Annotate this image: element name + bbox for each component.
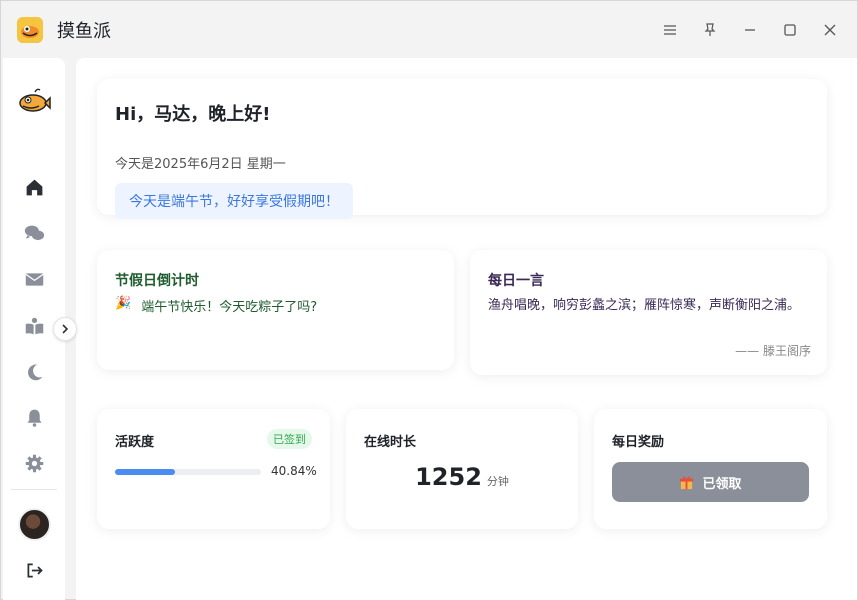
chat-icon[interactable] [22,221,46,245]
minimize-icon[interactable] [739,19,761,41]
bell-icon[interactable] [22,405,46,429]
claim-reward-button[interactable]: 已领取 [612,462,809,502]
quote-source: —— 滕王阁序 [735,344,811,358]
sidebar-toggle-button[interactable] [53,317,77,341]
activity-progress-label: 40.84% [271,464,317,478]
greeting-card: Hi，马达，晚上好! 今天是2025年6月2日 星期一 今天是端午节，好好享受假… [97,79,827,219]
pin-icon[interactable] [699,19,721,41]
avatar[interactable] [18,508,51,541]
online-unit: 分钟 [486,475,509,488]
chevron-right-icon [62,324,69,334]
maximize-icon[interactable] [779,19,801,41]
activity-progress-bar [115,469,261,475]
online-value: 1252 分钟 [346,463,578,491]
daily-quote-card: 每日一言 渔舟唱晚，响穷彭蠡之滨；雁阵惊寒，声断衡阳之浦。 —— 滕王阁序 [470,250,827,375]
gear-icon[interactable] [22,451,46,475]
app-logo-icon [17,17,43,43]
greeting-title: Hi，马达，晚上好! [115,104,271,125]
activity-title: 活跃度 [115,435,155,450]
checked-in-badge: 已签到 [267,429,312,449]
online-time-card: 在线时长 1252 分钟 [346,409,578,529]
claim-button-label: 已领取 [702,476,742,492]
menu-icon[interactable] [659,19,681,41]
home-icon[interactable] [22,175,46,199]
reward-title: 每日奖励 [612,435,665,450]
book-icon[interactable] [22,314,46,338]
greeting-date: 今天是2025年6月2日 星期一 [115,157,286,172]
holiday-title: 节假日倒计时 [115,273,199,289]
app-window: 摸鱼派 Hi，马达，晚上好! 今天是2025年6月2日 星期一 今天是端午节，好… [0,0,858,600]
holiday-message: 🎉 端午节快乐！今天吃粽子了吗? [115,296,317,315]
fish-logo-icon [17,86,51,114]
moon-icon[interactable] [22,360,46,384]
main-content: Hi，马达，晚上好! 今天是2025年6月2日 星期一 今天是端午节，好好享受假… [76,58,857,600]
quote-title: 每日一言 [488,273,544,289]
activity-card: 活跃度 已签到 40.84% [97,409,330,529]
party-popper-icon: 🎉 [115,296,132,311]
gift-icon [680,476,694,489]
app-title: 摸鱼派 [57,21,111,42]
sidebar-divider [11,489,57,490]
logout-icon[interactable] [22,558,46,582]
holiday-countdown-card: 节假日倒计时 🎉 端午节快乐！今天吃粽子了吗? [97,250,454,370]
daily-reward-card: 每日奖励 已领取 [594,409,827,529]
title-bar: 摸鱼派 [1,1,857,57]
activity-progress-fill [115,469,175,475]
holiday-tip: 今天是端午节，好好享受假期吧！ [115,183,353,219]
online-title: 在线时长 [364,435,417,450]
close-icon[interactable] [819,19,841,41]
online-minutes: 1252 [415,463,482,491]
mail-icon[interactable] [22,267,46,291]
quote-text: 渔舟唱晚，响穷彭蠡之滨；雁阵惊寒，声断衡阳之浦。 [488,298,801,313]
holiday-text: 端午节快乐！今天吃粽子了吗? [141,300,318,315]
